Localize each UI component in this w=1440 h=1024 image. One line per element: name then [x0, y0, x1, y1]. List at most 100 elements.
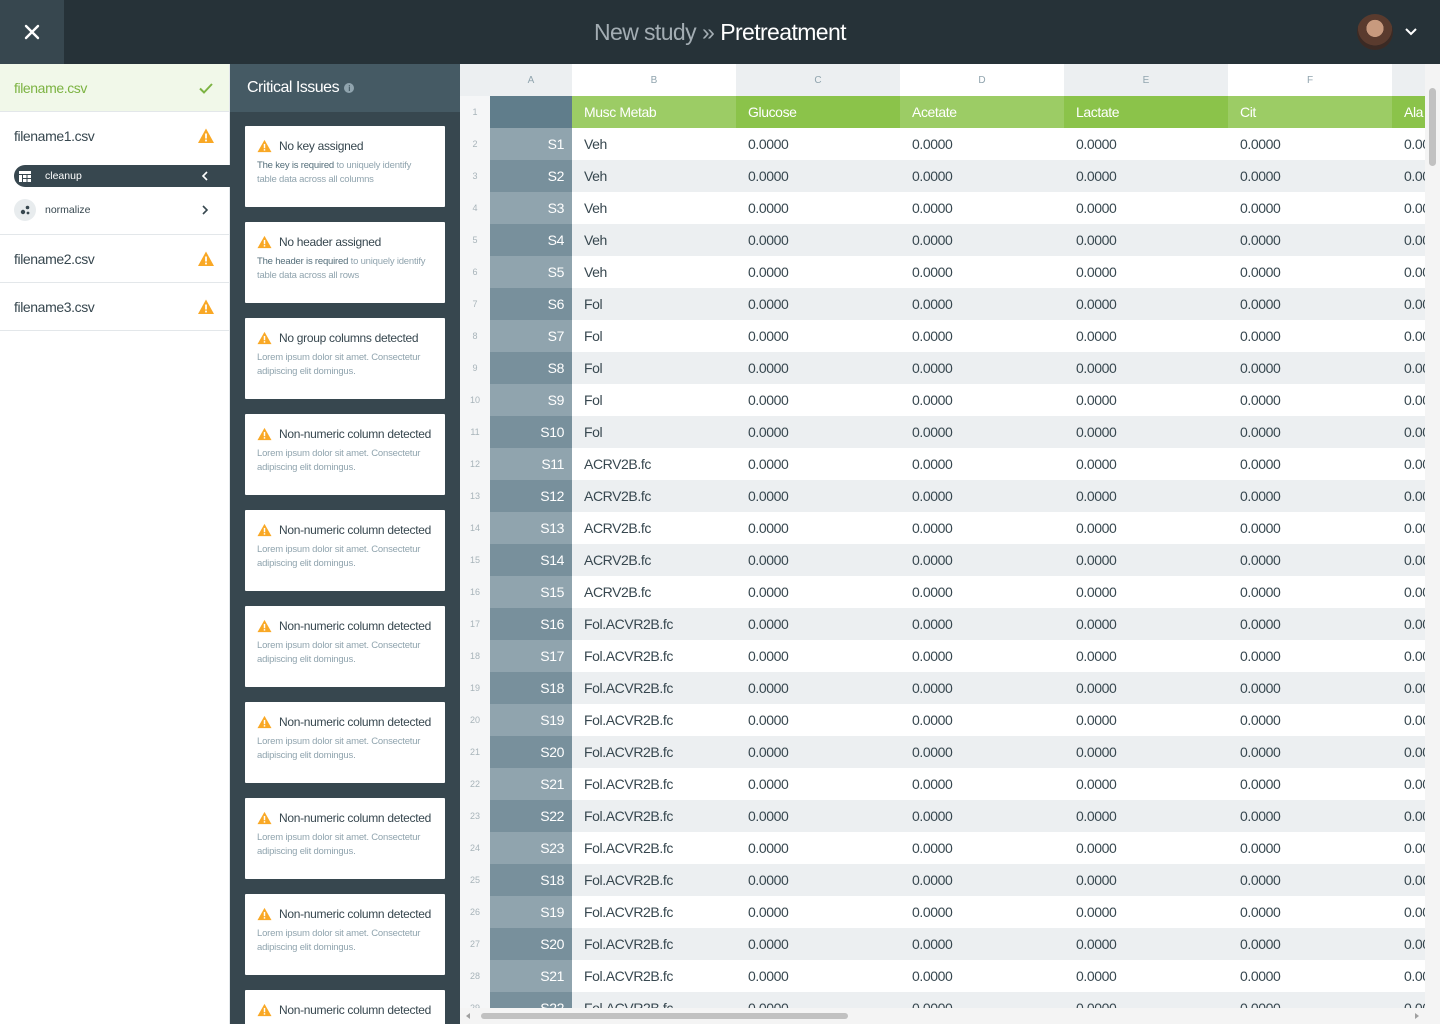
table-cell[interactable]: 0.0000 [1228, 608, 1392, 640]
key-cell[interactable]: S20 [490, 928, 572, 960]
table-cell[interactable]: 0.0000 [1064, 800, 1228, 832]
issue-card[interactable]: Non-numeric column detected Lorem ipsum d… [245, 414, 445, 495]
table-cell[interactable]: 0.0000 [1228, 416, 1392, 448]
key-cell[interactable]: S21 [490, 960, 572, 992]
table-cell[interactable]: 0.0000 [1392, 928, 1425, 960]
row-number[interactable]: 20 [460, 704, 490, 736]
table-cell[interactable]: ACRV2B.fc [572, 544, 736, 576]
header-cell[interactable]: Musc Metab [572, 96, 736, 128]
row-number[interactable]: 13 [460, 480, 490, 512]
row-number[interactable]: 6 [460, 256, 490, 288]
table-cell[interactable]: 0.0000 [1064, 608, 1228, 640]
table-cell[interactable]: 0.0000 [1392, 864, 1425, 896]
row-number[interactable]: 3 [460, 160, 490, 192]
info-icon[interactable]: i [344, 83, 355, 93]
table-cell[interactable]: 0.0000 [736, 896, 900, 928]
table-cell[interactable]: Fol.ACVR2B.fc [572, 992, 736, 1008]
table-cell[interactable]: Fol [572, 384, 736, 416]
table-cell[interactable]: 0.0000 [1392, 992, 1425, 1008]
row-number[interactable]: 10 [460, 384, 490, 416]
key-cell[interactable]: S14 [490, 544, 572, 576]
table-cell[interactable]: 0.0000 [900, 128, 1064, 160]
table-cell[interactable]: 0.0000 [736, 800, 900, 832]
table-cell[interactable]: 0.0000 [1392, 736, 1425, 768]
table-cell[interactable]: 0.0000 [1064, 864, 1228, 896]
table-cell[interactable]: 0.0000 [1064, 256, 1228, 288]
table-cell[interactable]: 0.0000 [1064, 672, 1228, 704]
issue-card[interactable]: Non-numeric column detected Lorem ipsum d… [245, 702, 445, 783]
table-cell[interactable]: 0.0000 [900, 512, 1064, 544]
table-cell[interactable]: 0.0000 [900, 640, 1064, 672]
table-cell[interactable]: Fol.ACVR2B.fc [572, 896, 736, 928]
table-cell[interactable]: Fol.ACVR2B.fc [572, 928, 736, 960]
table-cell[interactable]: 0.0000 [1064, 320, 1228, 352]
table-cell[interactable]: Fol.ACVR2B.fc [572, 736, 736, 768]
table-cell[interactable]: 0.0000 [1228, 448, 1392, 480]
row-number[interactable]: 14 [460, 512, 490, 544]
column-header[interactable]: B [572, 64, 736, 96]
table-cell[interactable]: Veh [572, 128, 736, 160]
row-number[interactable]: 29 [460, 992, 490, 1008]
row-number[interactable]: 15 [460, 544, 490, 576]
table-cell[interactable]: 0.0000 [1392, 352, 1425, 384]
key-cell[interactable]: S7 [490, 320, 572, 352]
issue-card[interactable]: Non-numeric column detected Lorem ipsum d… [245, 606, 445, 687]
table-cell[interactable]: 0.0000 [900, 256, 1064, 288]
key-cell[interactable]: S20 [490, 736, 572, 768]
table-cell[interactable]: 0.0000 [900, 896, 1064, 928]
table-cell[interactable]: Veh [572, 160, 736, 192]
table-cell[interactable]: 0.0000 [1228, 352, 1392, 384]
table-cell[interactable]: 0.0000 [1392, 704, 1425, 736]
table-cell[interactable]: ACRV2B.fc [572, 512, 736, 544]
row-number[interactable]: 7 [460, 288, 490, 320]
table-cell[interactable]: 0.0000 [1228, 704, 1392, 736]
table-cell[interactable]: 0.0000 [1392, 576, 1425, 608]
table-cell[interactable]: 0.0000 [1228, 768, 1392, 800]
key-cell[interactable]: S17 [490, 640, 572, 672]
table-cell[interactable]: 0.0000 [1392, 896, 1425, 928]
table-cell[interactable]: 0.0000 [1228, 672, 1392, 704]
table-cell[interactable]: ACRV2B.fc [572, 448, 736, 480]
table-cell[interactable]: 0.0000 [1392, 160, 1425, 192]
table-cell[interactable]: 0.0000 [1064, 128, 1228, 160]
table-cell[interactable]: 0.0000 [900, 864, 1064, 896]
table-cell[interactable]: 0.0000 [1392, 544, 1425, 576]
table-cell[interactable]: 0.0000 [1064, 576, 1228, 608]
step-cleanup[interactable]: cleanup [14, 165, 230, 187]
table-cell[interactable]: 0.0000 [1228, 544, 1392, 576]
key-cell[interactable]: S19 [490, 704, 572, 736]
vertical-scrollbar[interactable] [1425, 64, 1440, 1008]
table-cell[interactable]: Veh [572, 224, 736, 256]
table-cell[interactable]: 0.0000 [1392, 448, 1425, 480]
table-cell[interactable]: 0.0000 [1228, 192, 1392, 224]
table-cell[interactable]: Fol [572, 352, 736, 384]
table-cell[interactable]: 0.0000 [1228, 576, 1392, 608]
issue-card[interactable]: Non-numeric column detected Lorem ipsum d… [245, 798, 445, 879]
row-number[interactable]: 5 [460, 224, 490, 256]
table-cell[interactable]: Fol [572, 416, 736, 448]
table-cell[interactable]: 0.0000 [900, 832, 1064, 864]
scroll-thumb[interactable] [481, 1013, 848, 1019]
table-cell[interactable]: 0.0000 [1228, 928, 1392, 960]
key-cell[interactable]: S9 [490, 384, 572, 416]
table-cell[interactable]: 0.0000 [1392, 800, 1425, 832]
table-cell[interactable]: 0.0000 [736, 960, 900, 992]
table-cell[interactable]: 0.0000 [1228, 512, 1392, 544]
table-cell[interactable]: 0.0000 [1064, 160, 1228, 192]
key-cell[interactable]: S10 [490, 416, 572, 448]
row-number[interactable]: 24 [460, 832, 490, 864]
table-cell[interactable]: Fol [572, 288, 736, 320]
table-cell[interactable]: 0.0000 [1392, 608, 1425, 640]
table-cell[interactable]: 0.0000 [900, 320, 1064, 352]
table-cell[interactable]: Fol.ACVR2B.fc [572, 768, 736, 800]
key-cell[interactable]: S12 [490, 480, 572, 512]
table-cell[interactable]: 0.0000 [900, 544, 1064, 576]
table-cell[interactable]: 0.0000 [1228, 384, 1392, 416]
table-cell[interactable]: 0.0000 [736, 608, 900, 640]
table-cell[interactable]: 0.0000 [900, 928, 1064, 960]
table-cell[interactable]: 0.0000 [736, 384, 900, 416]
table-cell[interactable]: 0.0000 [736, 928, 900, 960]
table-cell[interactable]: 0.0000 [900, 448, 1064, 480]
key-cell[interactable]: S1 [490, 128, 572, 160]
table-cell[interactable]: 0.0000 [1228, 288, 1392, 320]
